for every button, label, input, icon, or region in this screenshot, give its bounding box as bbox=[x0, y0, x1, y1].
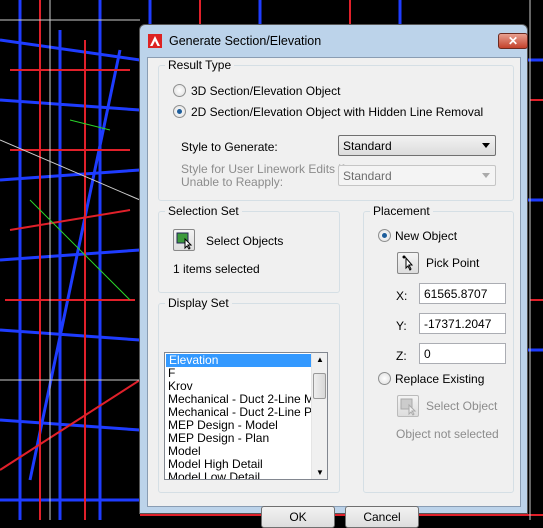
pick-point-button[interactable] bbox=[397, 252, 419, 274]
close-button[interactable]: ✕ bbox=[498, 33, 528, 49]
z-coordinate-input[interactable]: 0 bbox=[419, 343, 506, 364]
generate-section-elevation-dialog: Generate Section/Elevation ✕ Result Type… bbox=[139, 24, 528, 528]
display-set-list[interactable]: Elevation F Krov Mechanical - Duct 2-Lin… bbox=[164, 352, 328, 480]
radio-replace-existing[interactable] bbox=[378, 372, 391, 385]
close-icon: ✕ bbox=[507, 34, 519, 48]
x-coordinate-input[interactable]: 61565.8707 bbox=[419, 283, 506, 304]
select-objects-icon bbox=[176, 232, 193, 250]
chevron-down-icon bbox=[482, 143, 490, 148]
placement-legend: Placement bbox=[370, 204, 433, 218]
linework-value: Standard bbox=[343, 169, 392, 183]
option-3d-label: 3D Section/Elevation Object bbox=[191, 84, 341, 98]
list-item[interactable]: Model Low Detail bbox=[165, 471, 327, 480]
select-objects-button[interactable] bbox=[173, 229, 195, 251]
result-type-legend: Result Type bbox=[165, 58, 235, 72]
select-object-label: Select Object bbox=[426, 399, 498, 413]
radio-3d-section[interactable] bbox=[173, 84, 186, 97]
x-label: X: bbox=[396, 289, 408, 303]
autocad-logo-icon bbox=[148, 34, 162, 48]
select-objects-label: Select Objects bbox=[206, 234, 284, 248]
z-label: Z: bbox=[396, 349, 407, 363]
title-bar: Generate Section/Elevation ✕ bbox=[140, 25, 528, 57]
placement-group: Placement New Object Pick Point X: 61565… bbox=[363, 204, 514, 493]
linework-style-label-1: Style for User Linework Edits if bbox=[181, 162, 345, 176]
list-scrollbar[interactable]: ▲ ▼ bbox=[311, 353, 327, 479]
dialog-body: Result Type 3D Section/Elevation Object … bbox=[147, 57, 521, 528]
linework-style-label-2: Unable to Reapply: bbox=[181, 175, 284, 189]
selection-status: 1 items selected bbox=[173, 262, 260, 276]
pick-point-label: Pick Point bbox=[426, 256, 480, 270]
radio-2d-section[interactable] bbox=[173, 105, 186, 118]
replace-existing-label: Replace Existing bbox=[395, 372, 485, 386]
selection-set-group: Selection Set Select Objects 1 items sel… bbox=[158, 204, 340, 293]
select-object-button[interactable] bbox=[397, 395, 419, 417]
select-object-icon bbox=[400, 398, 417, 416]
style-to-generate-select[interactable]: Standard bbox=[338, 135, 496, 156]
scroll-up-icon[interactable]: ▲ bbox=[316, 355, 324, 364]
option-2d-label: 2D Section/Elevation Object with Hidden … bbox=[191, 105, 484, 119]
new-object-label: New Object bbox=[395, 229, 458, 243]
y-coordinate-input[interactable]: -17371.2047 bbox=[419, 313, 506, 334]
result-type-group: Result Type 3D Section/Elevation Object … bbox=[158, 58, 514, 201]
cancel-button[interactable]: Cancel bbox=[345, 506, 419, 528]
y-label: Y: bbox=[396, 319, 407, 333]
style-to-generate-label: Style to Generate: bbox=[181, 140, 278, 154]
chevron-down-icon bbox=[482, 173, 490, 178]
linework-style-select[interactable]: Standard bbox=[338, 165, 496, 186]
pick-point-icon bbox=[402, 255, 414, 271]
dialog-title: Generate Section/Elevation bbox=[169, 34, 322, 48]
selection-set-legend: Selection Set bbox=[165, 204, 242, 218]
display-set-legend: Display Set bbox=[165, 296, 232, 310]
scrollbar-thumb[interactable] bbox=[313, 373, 326, 399]
list-item[interactable]: Elevation bbox=[166, 354, 326, 367]
style-value: Standard bbox=[343, 139, 392, 153]
radio-new-object[interactable] bbox=[378, 229, 391, 242]
ok-button[interactable]: OK bbox=[261, 506, 335, 528]
object-status: Object not selected bbox=[396, 427, 499, 441]
scroll-down-icon[interactable]: ▼ bbox=[316, 468, 324, 477]
